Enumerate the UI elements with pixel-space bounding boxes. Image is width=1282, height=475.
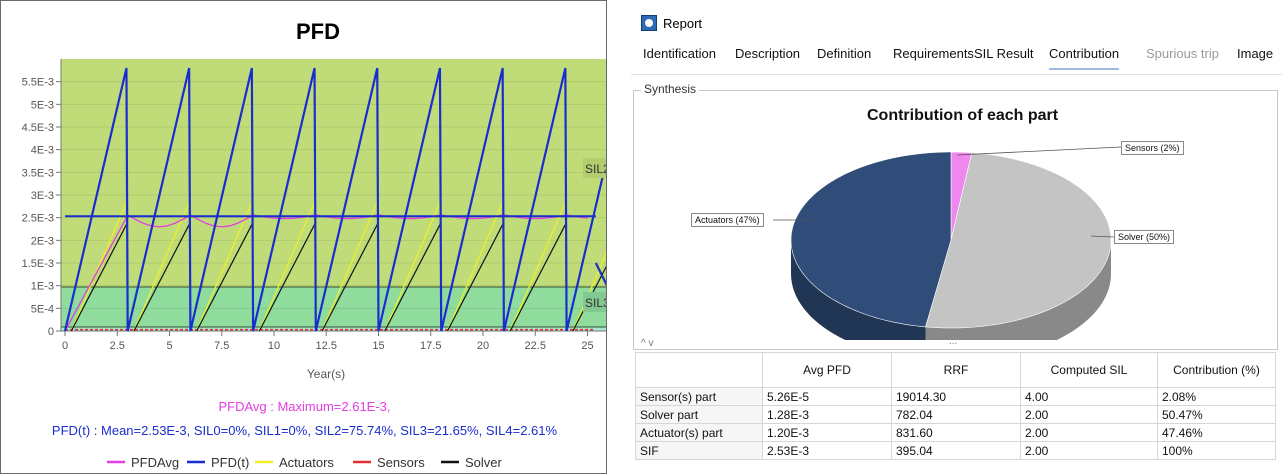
table-cell: Sensor(s) part xyxy=(635,387,763,406)
table-cell: 5.26E-5 xyxy=(762,387,892,406)
y-tick-label: 3E-3 xyxy=(31,190,54,202)
legend-label: PFD(t) xyxy=(211,455,249,470)
legend-label: Sensors xyxy=(377,455,425,470)
table-cell: 782.04 xyxy=(891,405,1021,424)
table-cell: Solver part xyxy=(635,405,763,424)
x-axis-label: Year(s) xyxy=(307,367,345,381)
splitter-grip-icon[interactable]: ... xyxy=(949,336,957,347)
table-header-row: Avg PFD RRF Computed SIL Contribution (%… xyxy=(635,352,1276,388)
table-row[interactable]: Solver part 1.28E-3 782.04 2.00 50.47% xyxy=(635,405,1276,424)
y-tick-label: 4E-3 xyxy=(31,145,54,157)
table-header[interactable]: Avg PFD xyxy=(762,352,892,388)
table-cell: 2.08% xyxy=(1157,387,1276,406)
pie-chart xyxy=(773,146,1122,340)
y-tick-label: 4.5E-3 xyxy=(22,122,54,134)
table-cell: Actuator(s) part xyxy=(635,423,763,442)
y-tick-label: 5E-3 xyxy=(31,99,54,111)
x-tick-label: 0 xyxy=(62,340,68,352)
table-cell: 831.60 xyxy=(891,423,1021,442)
table-cell: 1.28E-3 xyxy=(762,405,892,424)
y-tick-label: 2.5E-3 xyxy=(22,213,54,225)
y-tick-label: 2E-3 xyxy=(31,235,54,247)
y-tick-label: 1E-3 xyxy=(31,281,54,293)
pie-label-solver: Solver (50%) xyxy=(1114,230,1175,244)
y-tick-label: 5E-4 xyxy=(31,303,54,315)
chart-title: PFD xyxy=(296,19,340,44)
x-tick-label: 17.5 xyxy=(420,340,441,352)
pfdavg-summary: PFDAvg : Maximum=2.61E-3, xyxy=(218,399,391,414)
report-panel: Report Identification Description Defini… xyxy=(631,0,1282,474)
table-cell: 100% xyxy=(1157,441,1276,460)
x-tick-label: 5 xyxy=(166,340,172,352)
x-tick-label: 22.5 xyxy=(525,340,546,352)
x-tick-label: 12.5 xyxy=(316,340,337,352)
table-cell: 1.20E-3 xyxy=(762,423,892,442)
x-tick-label: 25 xyxy=(581,340,593,352)
x-tick-label: 7.5 xyxy=(214,340,229,352)
chart-legend: PFDAvg PFD(t) Actuators Sensors Solver xyxy=(107,455,503,470)
table-cell: 2.00 xyxy=(1020,405,1158,424)
pfd-chart-panel: PFD 0 5E-4 1E-3 1.5E-3 2E-3 2.5E-3 3E-3 3.5E-3 4… xyxy=(0,0,607,474)
x-tick-label: 15 xyxy=(372,340,384,352)
table-row[interactable]: Actuator(s) part 1.20E-3 831.60 2.00 47.… xyxy=(635,423,1276,442)
legend-label: Solver xyxy=(465,455,503,470)
x-tick-label: 10 xyxy=(268,340,280,352)
table-cell: 4.00 xyxy=(1020,387,1158,406)
legend-label: Actuators xyxy=(279,455,334,470)
sil2-label: SIL2 xyxy=(585,162,606,176)
table-row[interactable]: Sensor(s) part 5.26E-5 19014.30 4.00 2.0… xyxy=(635,387,1276,406)
pie-label-sensors: Sensors (2%) xyxy=(1121,141,1184,155)
y-tick-label: 1.5E-3 xyxy=(22,258,54,270)
table-row[interactable]: SIF 2.53E-3 395.04 2.00 100% xyxy=(635,441,1276,460)
table-header[interactable]: Computed SIL xyxy=(1020,352,1158,388)
x-tick-label: 20 xyxy=(477,340,489,352)
collapse-arrows-icon[interactable]: ^ v xyxy=(641,338,653,349)
table-cell: SIF xyxy=(635,441,763,460)
y-axis: 0 5E-4 1E-3 1.5E-3 2E-3 2.5E-3 3E-3 3.5E-3 4E-3 4… xyxy=(22,59,62,338)
table-cell: 47.46% xyxy=(1157,423,1276,442)
leader-line-sensors xyxy=(956,146,1122,156)
sil3-label: SIL3 xyxy=(585,296,606,310)
y-tick-label: 0 xyxy=(48,326,54,338)
table-cell: 2.53E-3 xyxy=(762,441,892,460)
y-tick-label: 3.5E-3 xyxy=(22,167,54,179)
x-axis: 0 2.5 5 7.5 10 12.5 15 17.5 20 22.5 25 xyxy=(61,330,606,352)
x-tick-label: 2.5 xyxy=(110,340,125,352)
table-header[interactable] xyxy=(635,352,763,388)
legend-label: PFDAvg xyxy=(131,455,179,470)
contribution-table: Avg PFD RRF Computed SIL Contribution (%… xyxy=(635,352,1276,460)
table-cell: 2.00 xyxy=(1020,441,1158,460)
splitter-bar[interactable]: ^ v ... xyxy=(631,336,1282,352)
pie-label-actuators: Actuators (47%) xyxy=(691,213,764,227)
y-tick-label: 5.5E-3 xyxy=(22,77,54,89)
table-cell: 50.47% xyxy=(1157,405,1276,424)
table-cell: 19014.30 xyxy=(891,387,1021,406)
table-header[interactable]: Contribution (%) xyxy=(1157,352,1276,388)
table-cell: 395.04 xyxy=(891,441,1021,460)
table-cell: 2.00 xyxy=(1020,423,1158,442)
table-header[interactable]: RRF xyxy=(891,352,1021,388)
pfdt-summary: PFD(t) : Mean=2.53E-3, SIL0=0%, SIL1=0%,… xyxy=(51,423,558,438)
